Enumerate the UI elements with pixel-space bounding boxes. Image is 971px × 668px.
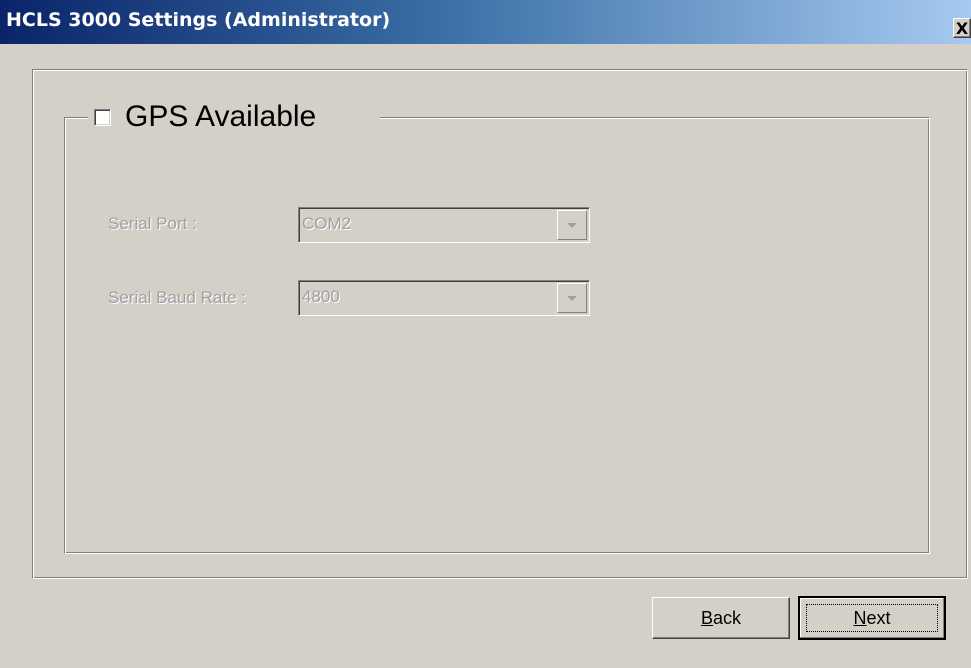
baud-rate-value: 4800: [302, 287, 340, 306]
settings-dialog: HCLS 3000 Settings (Administrator) X GPS…: [0, 0, 971, 668]
gps-available-label[interactable]: GPS Available: [125, 100, 316, 134]
gps-available-checkbox[interactable]: [94, 108, 111, 126]
serial-port-select[interactable]: COM2: [298, 207, 590, 243]
next-accelerator: N: [853, 607, 867, 628]
next-button[interactable]: Next: [798, 596, 946, 640]
gps-groupbox: [64, 117, 930, 554]
back-button-label: ack: [713, 607, 742, 628]
next-button-label: ext: [866, 607, 891, 628]
baud-rate-label: Serial Baud Rate :: [108, 288, 246, 307]
close-icon[interactable]: X: [953, 18, 971, 38]
chevron-down-icon[interactable]: [557, 283, 587, 313]
gps-groupbox-header[interactable]: GPS Available: [88, 100, 381, 134]
window-title: HCLS 3000 Settings (Administrator): [6, 9, 391, 31]
baud-rate-select[interactable]: 4800: [298, 280, 590, 316]
back-accelerator: B: [700, 607, 713, 628]
chevron-down-icon[interactable]: [557, 210, 587, 240]
serial-port-value: COM2: [302, 214, 352, 233]
back-button[interactable]: Back: [652, 597, 790, 639]
serial-port-label: Serial Port :: [108, 214, 197, 233]
title-bar[interactable]: HCLS 3000 Settings (Administrator) X: [0, 0, 971, 44]
